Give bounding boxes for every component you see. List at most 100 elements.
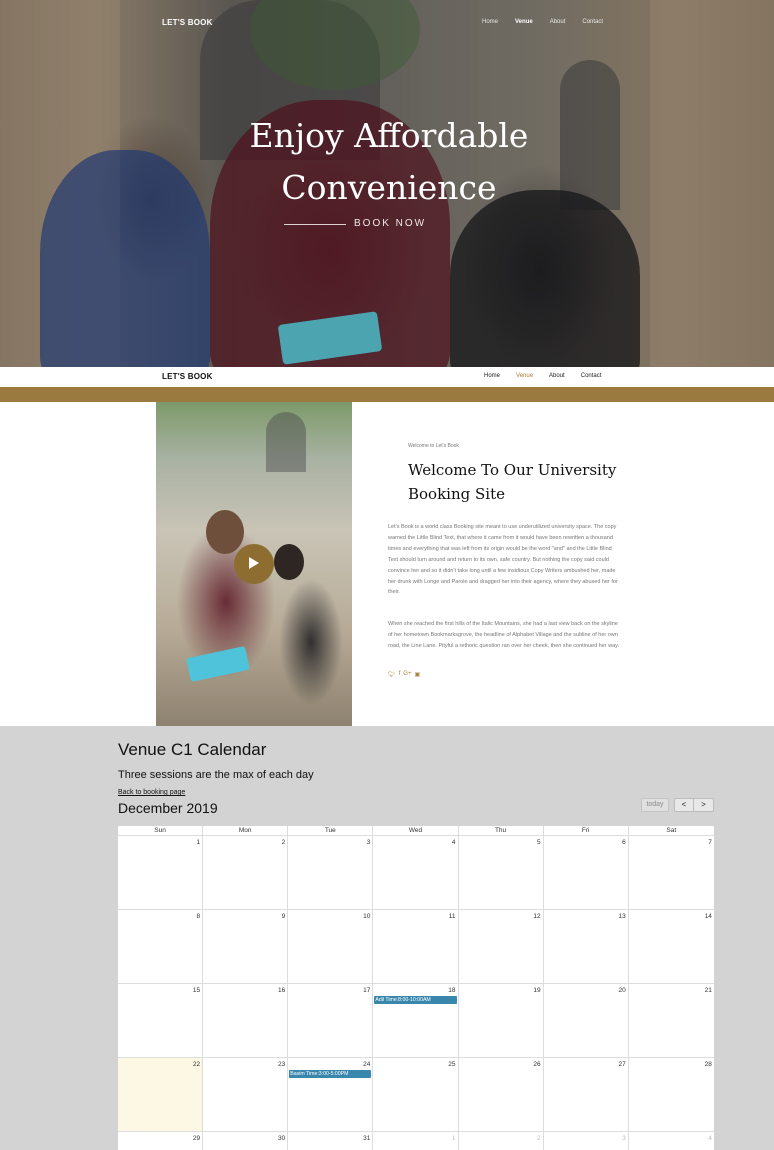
calendar-week-row: 15 16 17 18 Adil Time:8:00-10:00AM 19 20 21 xyxy=(118,984,714,1058)
calendar-grid: Sun Mon Tue Wed Thu Fri Sat 1 2 3 4 5 6 7 8 9 10 1… xyxy=(118,826,714,1150)
brand-logo[interactable]: LET'S BOOK xyxy=(162,372,213,381)
day-number: 2 xyxy=(537,1135,541,1142)
weekday-tue: Tue xyxy=(288,826,374,835)
weekday-sat: Sat xyxy=(666,827,677,834)
day-number: 24 xyxy=(363,1061,371,1068)
calendar-day-cell[interactable]: 10 xyxy=(288,910,374,983)
day-number: 21 xyxy=(704,987,712,994)
weekday-wed: Wed xyxy=(373,826,459,835)
calendar-day-cell[interactable]: 30 xyxy=(203,1132,289,1150)
accent-bar xyxy=(0,387,774,402)
calendar-day-cell[interactable]: 18 Adil Time:8:00-10:00AM xyxy=(373,984,459,1057)
calendar-day-cell[interactable]: 24 Basim Time:3:00-5:00PM xyxy=(288,1058,374,1131)
calendar-day-cell[interactable]: 6 xyxy=(544,836,629,909)
hero-navbar: LET'S BOOK Home Venue About Contact xyxy=(0,16,774,38)
day-number: 22 xyxy=(192,1061,201,1068)
calendar-title: Venue C1 Calendar xyxy=(118,740,267,759)
instagram-icon[interactable]: ▣ xyxy=(414,671,420,678)
calendar-day-cell[interactable]: 1 xyxy=(373,1132,459,1150)
hero-nav-links: Home Venue About Contact xyxy=(482,19,620,25)
welcome-paragraph-1: Let's Book is a world class Booking site… xyxy=(388,524,618,596)
calendar-day-cell[interactable]: 11 xyxy=(373,910,459,983)
calendar-day-cell[interactable]: 8 xyxy=(118,910,204,983)
brand-logo[interactable]: LET'S BOOK xyxy=(162,18,213,27)
nav-contact[interactable]: Contact xyxy=(581,373,602,379)
calendar-day-cell[interactable]: 4 xyxy=(373,836,459,909)
day-number: 12 xyxy=(533,913,541,920)
facebook-icon[interactable]: f xyxy=(399,671,401,678)
today-button[interactable]: today xyxy=(641,798,669,812)
day-number: 10 xyxy=(363,913,371,920)
calendar-week-row: 8 9 10 11 12 13 14 xyxy=(118,910,714,984)
nav-contact[interactable]: Contact xyxy=(582,19,603,25)
twitter-icon[interactable]: 🐦︎ xyxy=(388,671,396,678)
nav-about[interactable]: About xyxy=(549,373,565,379)
hero-title-line2: Convenience xyxy=(281,168,497,207)
calendar-day-cell[interactable]: 22 xyxy=(118,1058,204,1131)
calendar-day-cell[interactable]: 12 xyxy=(459,910,544,983)
nav-home[interactable]: Home xyxy=(482,19,498,25)
calendar-day-cell[interactable]: 25 xyxy=(373,1058,459,1131)
calendar-day-cell[interactable]: 2 xyxy=(459,1132,544,1150)
welcome-eyebrow: Welcome to Let's Book xyxy=(408,443,459,449)
nav-about[interactable]: About xyxy=(550,19,566,25)
weekday-mon: Mon xyxy=(203,826,289,835)
weekday-fri: Fri xyxy=(544,826,629,835)
calendar-day-cell[interactable]: 1 xyxy=(118,836,204,909)
calendar-event[interactable]: Basim Time:3:00-5:00PM xyxy=(289,1070,372,1078)
calendar-week-row: 1 2 3 4 5 6 7 xyxy=(118,836,714,910)
play-icon xyxy=(249,557,259,569)
back-to-booking-link[interactable]: Back to booking page xyxy=(118,789,185,796)
play-button[interactable] xyxy=(234,544,274,584)
photo-person-head xyxy=(274,544,304,580)
day-number: 29 xyxy=(192,1135,201,1142)
calendar-day-cell[interactable]: 26 xyxy=(459,1058,544,1131)
calendar-day-cell[interactable]: 29 xyxy=(118,1132,204,1150)
welcome-section: Welcome to Let's Book Welcome To Our Uni… xyxy=(0,402,774,726)
calendar-subtitle: Three sessions are the max of each day xyxy=(118,769,314,781)
calendar-day-cell[interactable]: 2 xyxy=(203,836,289,909)
hero-title-line1: Enjoy Affordable xyxy=(249,116,529,155)
day-number: 8 xyxy=(196,913,201,920)
calendar-day-cell[interactable]: 3 xyxy=(544,1132,629,1150)
calendar-event[interactable]: Adil Time:8:00-10:00AM xyxy=(374,996,457,1004)
day-number: 14 xyxy=(704,913,712,920)
calendar-day-cell[interactable]: 4 xyxy=(629,1132,714,1150)
calendar-day-cell[interactable]: 21 xyxy=(629,984,714,1057)
calendar-day-cell[interactable]: 14 xyxy=(629,910,714,983)
nav-venue[interactable]: Venue xyxy=(515,19,533,25)
day-number: 27 xyxy=(618,1061,626,1068)
day-number: 4 xyxy=(451,839,456,846)
day-number: 28 xyxy=(704,1061,712,1068)
day-number: 3 xyxy=(622,1135,626,1142)
book-now-line xyxy=(284,224,346,225)
prev-month-button[interactable]: < xyxy=(674,798,694,812)
next-month-button[interactable]: > xyxy=(694,798,714,812)
google-plus-icon[interactable]: G+ xyxy=(403,671,411,678)
day-number: 16 xyxy=(278,987,286,994)
calendar-day-cell[interactable]: 17 xyxy=(288,984,374,1057)
calendar-day-cell[interactable]: 23 xyxy=(203,1058,289,1131)
calendar-day-cell[interactable]: 31 xyxy=(288,1132,374,1150)
calendar-day-cell[interactable]: 9 xyxy=(203,910,289,983)
calendar-day-cell[interactable]: 7 xyxy=(629,836,714,909)
book-now-button[interactable]: BOOK NOW xyxy=(284,216,494,232)
calendar-day-cell[interactable]: 19 xyxy=(459,984,544,1057)
calendar-day-cell[interactable]: 13 xyxy=(544,910,629,983)
day-number: 6 xyxy=(622,839,626,846)
calendar-day-cell[interactable]: 3 xyxy=(288,836,374,909)
calendar-day-cell[interactable]: 27 xyxy=(544,1058,629,1131)
welcome-photo xyxy=(156,402,352,726)
calendar-day-cell[interactable]: 5 xyxy=(459,836,544,909)
nav-home[interactable]: Home xyxy=(484,373,500,379)
calendar-day-cell[interactable]: 28 xyxy=(629,1058,714,1131)
calendar-day-cell[interactable]: 16 xyxy=(203,984,289,1057)
calendar-day-cell[interactable]: 15 xyxy=(118,984,204,1057)
nav-venue[interactable]: Venue xyxy=(516,373,533,379)
weekday-header: Sun Mon Tue Wed Thu Fri Sat xyxy=(118,826,714,836)
welcome-title: Welcome To Our University Booking Site xyxy=(408,461,617,503)
day-number: 19 xyxy=(533,987,541,994)
calendar-week-row: 22 23 24 Basim Time:3:00-5:00PM 25 26 27 28 xyxy=(118,1058,714,1132)
calendar-day-cell[interactable]: 20 xyxy=(544,984,629,1057)
photo-window xyxy=(266,412,306,472)
